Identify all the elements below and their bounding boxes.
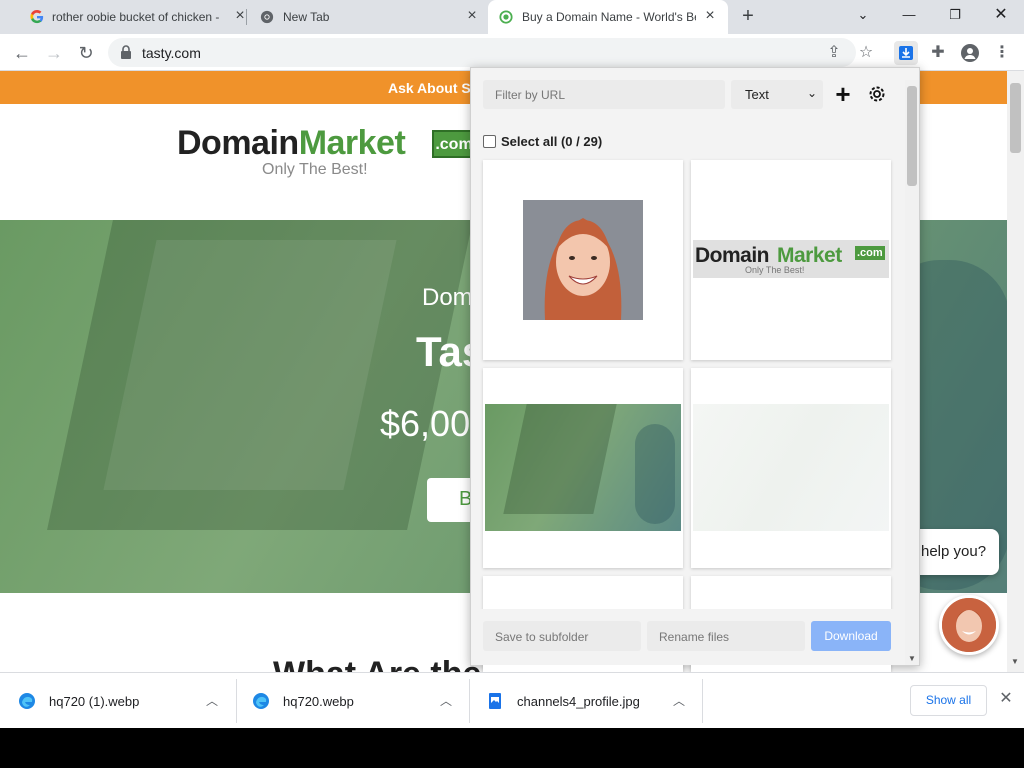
hero-thumbnail	[485, 404, 681, 531]
domainmarket-logo-thumbnail: Domain Market .com Only The Best!	[693, 240, 889, 278]
tab-new-tab[interactable]: New Tab ×	[250, 0, 486, 34]
close-icon[interactable]: ✕	[997, 690, 1015, 708]
tab-title: rother oobie bucket of chicken -	[52, 10, 220, 24]
settings-gear-icon[interactable]	[863, 80, 891, 109]
logo-text-dark: Domain	[177, 124, 299, 162]
image-card[interactable]: Domain Market .com Only The Best!	[691, 160, 891, 360]
tab-strip: rother oobie bucket of chicken - × New T…	[0, 0, 1024, 34]
logo-tagline: Only The Best!	[262, 161, 368, 178]
url-text[interactable]: tasty.com	[142, 45, 201, 61]
rename-files-input[interactable]: Rename files	[647, 621, 805, 651]
image-downloader-extension-icon[interactable]	[894, 41, 918, 65]
woman-portrait-thumbnail	[523, 200, 643, 320]
show-all-button[interactable]: Show all	[910, 685, 987, 716]
scroll-down-arrow-icon[interactable]: ▼	[1011, 657, 1019, 666]
tab-domain-market[interactable]: Buy a Domain Name - World's Be ×	[488, 0, 728, 34]
tab-search-chevron-icon[interactable]: ⌄	[840, 0, 886, 34]
hero-subtitle: Dom	[422, 284, 473, 311]
forward-arrow-icon[interactable]: →	[42, 41, 66, 65]
tab-separator	[246, 9, 247, 25]
lock-icon[interactable]	[120, 45, 132, 59]
subfolder-placeholder: Save to subfolder	[495, 630, 589, 644]
chrome-icon	[260, 10, 274, 24]
download-file-name: hq720 (1).webp	[49, 694, 140, 709]
popup-scrollbar[interactable]: ▼	[905, 80, 919, 665]
hero-price: $6,00	[380, 403, 471, 444]
back-arrow-icon[interactable]: ←	[10, 41, 34, 65]
rename-placeholder: Rename files	[659, 630, 730, 644]
close-window-button[interactable]: ✕	[978, 0, 1024, 34]
divider	[702, 679, 703, 723]
chevron-up-icon[interactable]: ︿	[673, 692, 685, 709]
browser-window: rother oobie bucket of chicken - × New T…	[0, 0, 1024, 768]
close-icon[interactable]: ×	[702, 8, 718, 24]
tab-title: Buy a Domain Name - World's Be	[522, 10, 696, 24]
chat-avatar[interactable]	[939, 595, 999, 655]
site-logo[interactable]: DomainMarket	[177, 124, 406, 163]
download-item[interactable]: hq720 (1).webp ︿	[0, 679, 236, 723]
filter-mode-value: Text	[745, 87, 769, 102]
chat-text: help you?	[921, 543, 987, 560]
downloads-shelf: hq720 (1).webp ︿ hq720.webp ︿ channels4_…	[0, 672, 1024, 728]
page-scrollbar-thumb[interactable]	[1010, 83, 1021, 153]
popup-scrollbar-thumb[interactable]	[907, 86, 917, 186]
toolbar: ← → ↻ tasty.com ⇪ ☆ ✚ ⋮	[0, 34, 1024, 71]
image-card[interactable]	[691, 368, 891, 568]
share-icon[interactable]: ⇪	[822, 41, 846, 65]
image-card[interactable]	[483, 160, 683, 360]
save-subfolder-input[interactable]: Save to subfolder	[483, 621, 641, 651]
download-item[interactable]: channels4_profile.jpg ︿	[468, 679, 704, 723]
close-icon[interactable]: ×	[464, 8, 480, 24]
new-tab-button[interactable]: +	[738, 6, 758, 27]
download-file-name: hq720.webp	[283, 694, 354, 709]
edge-icon	[19, 693, 35, 709]
download-item[interactable]: hq720.webp ︿	[234, 679, 470, 723]
download-file-name: channels4_profile.jpg	[517, 694, 640, 709]
add-filter-plus-icon[interactable]: +	[829, 80, 857, 109]
reload-icon[interactable]: ↻	[74, 41, 98, 65]
card-logo-com: .com	[855, 246, 885, 260]
image-card[interactable]	[483, 368, 683, 568]
popup-footer: Save to subfolder Rename files Download	[471, 609, 905, 665]
select-all-label: Select all (0 / 29)	[501, 134, 603, 149]
logo-text-green: Market	[298, 124, 406, 162]
green-circle-icon	[499, 10, 513, 24]
filter-mode-select[interactable]: Text ⌄	[731, 80, 823, 109]
taskbar-strip	[0, 728, 1024, 768]
faded-hero-thumbnail	[693, 404, 889, 531]
menu-kebab-icon[interactable]: ⋮	[990, 41, 1014, 65]
page-scrollbar[interactable]: ▼	[1007, 71, 1024, 672]
image-downloader-popup: Text ⌄ + Select all (0 / 29)	[470, 67, 920, 768]
extensions-puzzle-icon[interactable]: ✚	[926, 41, 950, 65]
minimize-button[interactable]: —	[886, 0, 932, 34]
filter-url-input[interactable]	[483, 80, 725, 109]
chevron-up-icon[interactable]: ︿	[206, 692, 218, 709]
chevron-down-icon: ⌄	[806, 86, 817, 100]
bookmark-star-icon[interactable]: ☆	[854, 41, 878, 65]
restore-button[interactable]: ❐	[932, 0, 978, 34]
edge-icon	[253, 693, 269, 709]
profile-avatar-icon[interactable]	[958, 41, 982, 65]
download-button[interactable]: Download	[811, 621, 891, 651]
woman-face-icon	[942, 598, 996, 652]
google-icon	[30, 10, 44, 24]
select-all-checkbox[interactable]: Select all (0 / 29)	[483, 134, 602, 149]
checkbox-icon[interactable]	[483, 135, 496, 148]
promo-text[interactable]: Ask About S	[388, 80, 471, 96]
chevron-up-icon[interactable]: ︿	[440, 692, 452, 709]
card-logo-tagline: Only The Best!	[745, 265, 805, 275]
tab-title: New Tab	[283, 10, 330, 24]
image-file-icon	[489, 693, 501, 709]
tab-google-search[interactable]: rother oobie bucket of chicken - ×	[8, 0, 245, 34]
scroll-down-arrow-icon[interactable]: ▼	[908, 654, 916, 663]
address-bar[interactable]: tasty.com	[108, 38, 856, 67]
